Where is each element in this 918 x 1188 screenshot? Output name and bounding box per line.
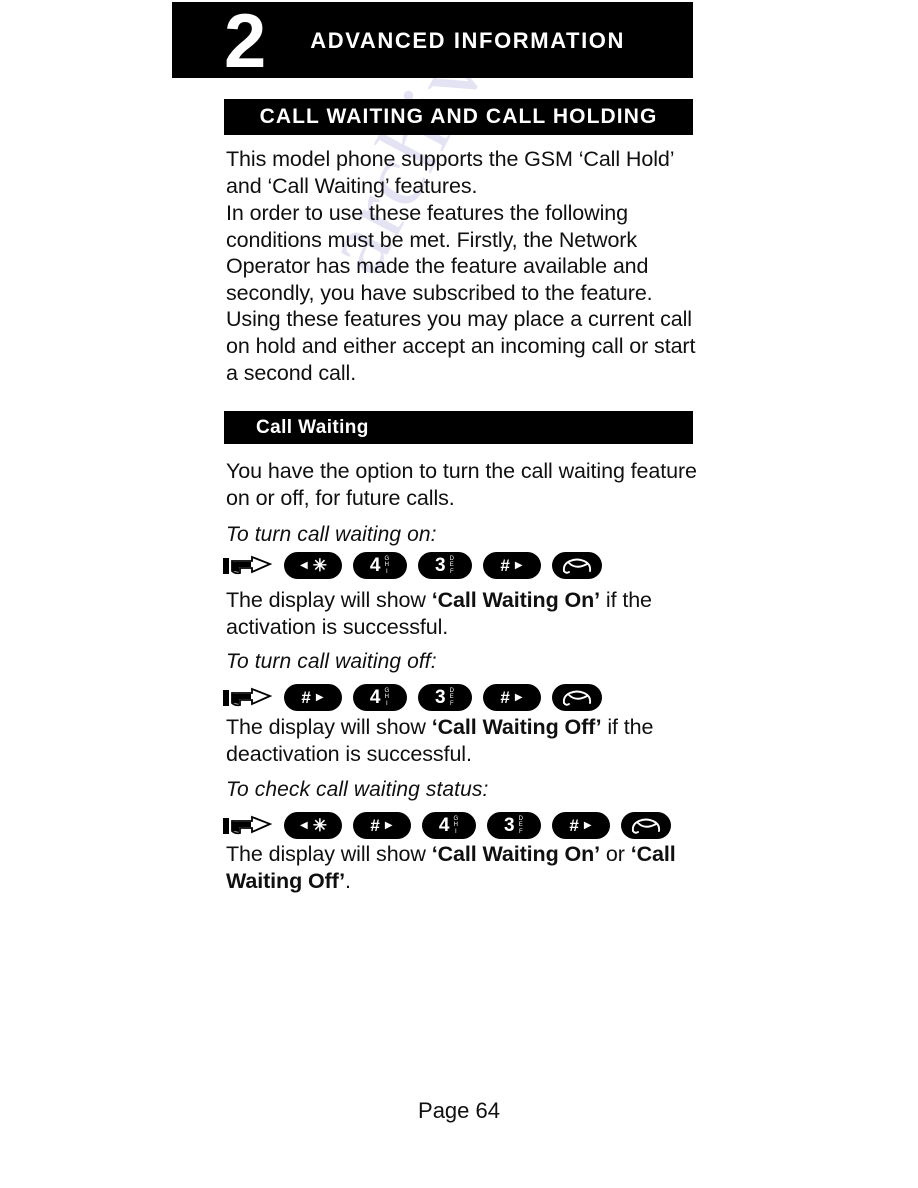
triangle-right-icon: ▶ [514, 559, 523, 571]
procedure-result-on: The display will show ‘Call Waiting On’ … [226, 587, 704, 640]
digit-3-key[interactable]: 3DEF [418, 552, 472, 579]
key-sequence-off: # ▶ 4 G H I 3 D E F # ▶ [222, 684, 613, 711]
send-key[interactable] [552, 552, 602, 579]
digit-4-key[interactable]: 4GHI [422, 812, 476, 839]
procedure-caption-status: To check call waiting status: [226, 778, 489, 801]
hash-key[interactable]: # ▶ [483, 552, 541, 579]
key-symbol: # [500, 688, 510, 707]
intro-text-2: In order to use these features the follo… [226, 201, 696, 385]
subsection-intro-text: You have the option to turn the call wai… [226, 459, 697, 510]
section-title: CALL WAITING AND CALL HOLDING [259, 105, 658, 128]
key-letters-label: GHI [384, 687, 390, 707]
intro-paragraph-2: In order to use these features the follo… [226, 200, 704, 386]
send-call-icon [560, 687, 594, 709]
key-letters-label: GHI [453, 815, 459, 835]
procedure-result-off: The display will show ‘Call Waiting Off’… [226, 714, 704, 767]
result-prefix: The display will show [226, 842, 432, 866]
subsection-intro: You have the option to turn the call wai… [226, 458, 704, 511]
page-footer: Page 64 [0, 1098, 918, 1124]
result-suffix-2: . [345, 868, 351, 893]
key-letters-label: DEF [449, 687, 454, 707]
key-sequence-on: ◀ ✳ 4 G H I 3 D E F # ▶ [222, 552, 613, 579]
pointing-hand-icon [222, 553, 274, 579]
intro-paragraph-1: This model phone supports the GSM ‘Call … [226, 146, 704, 199]
hash-key[interactable]: # ▶ [483, 684, 541, 711]
chapter-title: ADVANCED INFORMATION [310, 28, 626, 53]
result-prefix: The display will show [226, 715, 432, 739]
triangle-left-icon: ◀ [300, 559, 308, 571]
key-symbol: ✳ [312, 556, 327, 575]
result-sentence: The display will show ‘Call Waiting On’ … [226, 841, 704, 894]
procedure-result-status: The display will show ‘Call Waiting On’ … [226, 841, 704, 894]
send-key[interactable] [621, 812, 671, 839]
result-sentence: The display will show ‘Call Waiting On’ … [226, 587, 704, 640]
send-key[interactable] [552, 684, 602, 711]
triangle-right-icon: ▶ [315, 691, 324, 703]
result-display-value: ‘Call Waiting On’ [431, 588, 601, 612]
pointing-hand-icon [222, 813, 274, 839]
procedure-caption-off: To turn call waiting off: [226, 650, 437, 673]
chapter-banner: 2 ADVANCED INFORMATION [172, 0, 693, 84]
key-symbol: # [569, 816, 579, 835]
manual-page: archive.com 2 ADVANCED INFORMATION CALL … [0, 0, 918, 1188]
pointing-hand-icon [222, 685, 274, 711]
triangle-right-icon: ▶ [384, 819, 393, 831]
send-call-icon [629, 815, 663, 837]
result-display-value: ‘Call Waiting Off’ [431, 715, 602, 739]
section-banner: CALL WAITING AND CALL HOLDING [224, 99, 693, 135]
star-key[interactable]: ◀ ✳ [284, 552, 342, 579]
digit-3-key[interactable]: 3DEF [418, 684, 472, 711]
chapter-number: 2 [224, 0, 267, 84]
key-digit-label: 3 [435, 687, 446, 708]
key-symbol: ✳ [312, 816, 327, 835]
digit-4-key[interactable]: 4GHI [353, 684, 407, 711]
result-suffix: or [600, 842, 631, 866]
result-prefix: The display will show [226, 588, 432, 612]
key-letters-label: DEF [449, 555, 454, 575]
key-digit-label: 4 [438, 815, 450, 836]
page-number: Page 64 [418, 1098, 500, 1123]
triangle-right-icon: ▶ [583, 819, 592, 831]
digit-3-key[interactable]: 3DEF [487, 812, 541, 839]
key-letters-label: GHI [384, 555, 390, 575]
result-sentence: The display will show ‘Call Waiting Off’… [226, 714, 704, 767]
star-key[interactable]: ◀ ✳ [284, 812, 342, 839]
subsection-banner: Call Waiting [224, 411, 693, 444]
key-sequence-status: ◀ ✳ # ▶ 4 G H I 3 D E F # ▶ [222, 812, 682, 839]
key-digit-label: 3 [435, 555, 446, 576]
send-call-icon [560, 555, 594, 577]
hash-key[interactable]: # ▶ [284, 684, 342, 711]
key-digit-label: 4 [369, 555, 381, 576]
hash-key[interactable]: # ▶ [552, 812, 610, 839]
intro-text-1: This model phone supports the GSM ‘Call … [226, 147, 674, 198]
key-symbol: # [370, 816, 380, 835]
triangle-left-icon: ◀ [300, 819, 308, 831]
hash-key[interactable]: # ▶ [353, 812, 411, 839]
key-symbol: # [500, 556, 510, 575]
key-symbol: # [301, 688, 311, 707]
result-display-value: ‘Call Waiting On’ [431, 842, 601, 866]
key-digit-label: 4 [369, 687, 381, 708]
triangle-right-icon: ▶ [514, 691, 523, 703]
procedure-caption-on: To turn call waiting on: [226, 523, 437, 546]
key-letters-label: DEF [518, 815, 523, 835]
subsection-title: Call Waiting [256, 416, 369, 438]
key-digit-label: 3 [504, 815, 515, 836]
digit-4-key[interactable]: 4GHI [353, 552, 407, 579]
